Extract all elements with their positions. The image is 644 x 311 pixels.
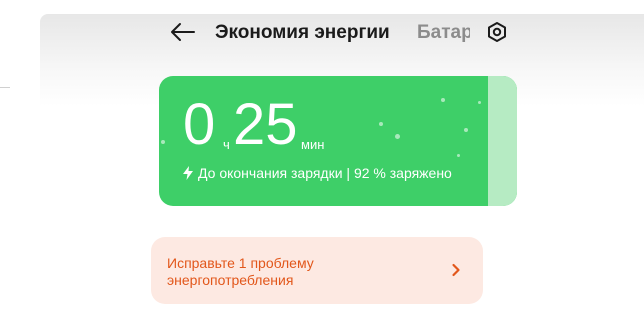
settings-button[interactable] xyxy=(484,19,510,45)
tab-battery[interactable]: Батар xyxy=(417,22,470,44)
minutes-unit: мин xyxy=(301,137,325,152)
bubble-dot xyxy=(457,154,460,157)
back-button[interactable] xyxy=(168,18,198,46)
power-issue-line1: Исправьте 1 проблему xyxy=(167,255,314,271)
hours-unit: ч xyxy=(223,137,230,152)
power-issue-line2: энергопотребления xyxy=(167,272,294,288)
page-title: Экономия энергии xyxy=(215,22,390,43)
top-bar: Экономия энергии Батар xyxy=(0,0,644,64)
edge-divider xyxy=(0,87,10,88)
power-issue-text: Исправьте 1 проблему энергопотребления xyxy=(167,255,427,289)
bubble-dot xyxy=(478,101,481,104)
arrow-left-icon xyxy=(171,23,195,41)
hours-value: 0 xyxy=(183,92,216,157)
lightning-icon xyxy=(183,166,193,180)
battery-remaining-segment xyxy=(488,76,517,206)
charging-status: До окончания зарядки | 92 % заряжено xyxy=(183,165,452,181)
battery-status-card[interactable]: 0 ч 25 мин До окончания зарядки | 92 % з… xyxy=(159,76,517,206)
bubble-dot xyxy=(441,98,445,102)
bubble-dot xyxy=(379,122,383,126)
bubble-dot xyxy=(395,134,400,139)
bubble-dot xyxy=(464,128,468,132)
gear-hexagon-icon xyxy=(488,22,506,42)
bubble-dot xyxy=(161,140,165,144)
minutes-value: 25 xyxy=(233,92,298,157)
chevron-right-icon xyxy=(452,263,460,277)
charging-status-text: До окончания зарядки | 92 % заряжено xyxy=(198,165,452,181)
power-issue-card[interactable]: Исправьте 1 проблему энергопотребления xyxy=(151,237,483,304)
